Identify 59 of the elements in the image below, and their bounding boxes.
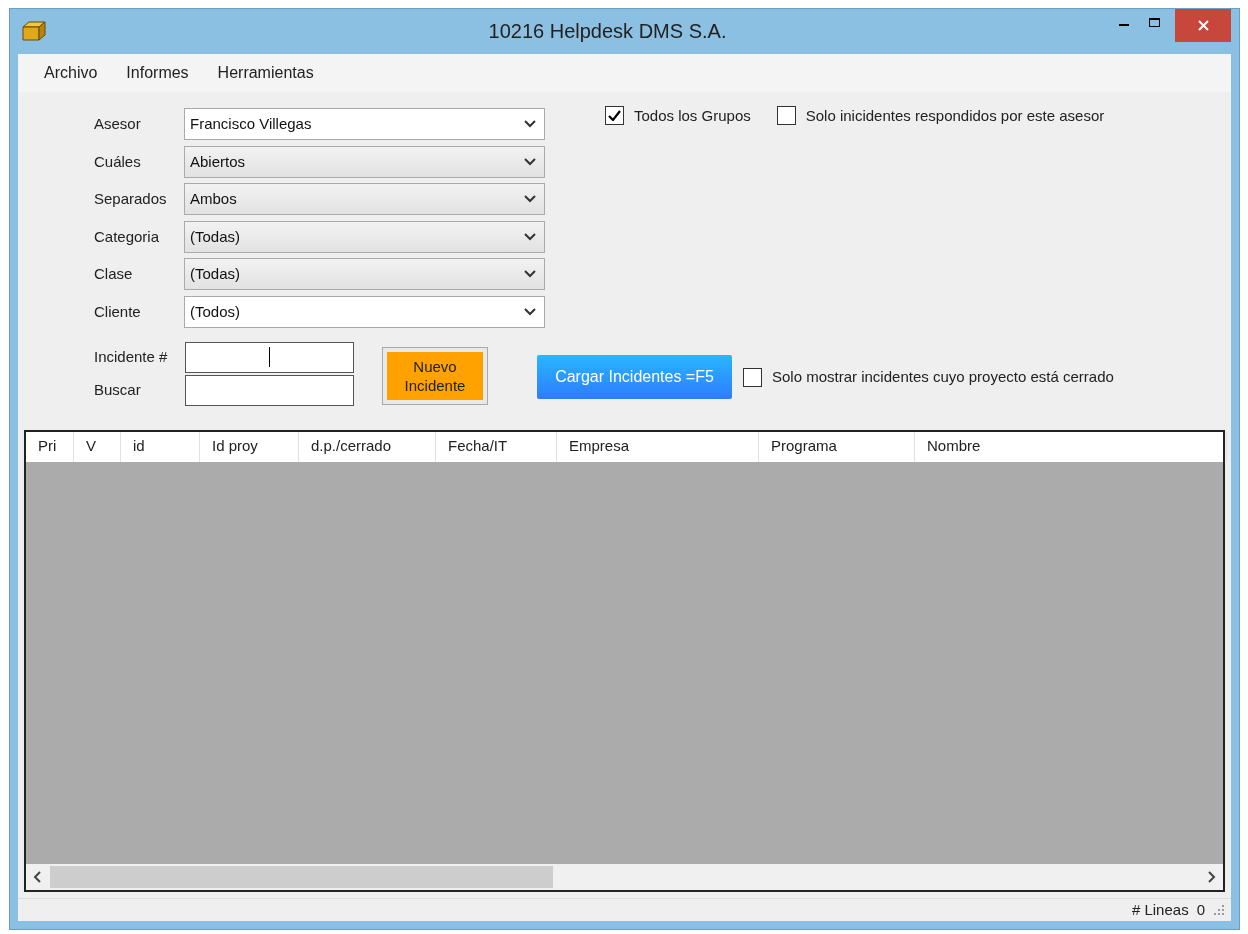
- column-header[interactable]: V: [74, 431, 121, 462]
- dropdown[interactable]: (Todos): [184, 295, 545, 328]
- column-header[interactable]: d.p./cerrado: [299, 431, 436, 462]
- dropdown-value: Abiertos: [190, 151, 247, 172]
- filter-label: Separados: [94, 189, 168, 209]
- column-header[interactable]: Programa: [759, 431, 915, 462]
- field-label: Incidente #: [94, 346, 169, 367]
- input-field[interactable]: [185, 374, 354, 406]
- field-label: Buscar: [94, 379, 142, 400]
- chevron-down-icon: [524, 232, 536, 241]
- column-header[interactable]: Id proy: [200, 431, 299, 462]
- column-header[interactable]: Fecha/IT: [436, 431, 557, 462]
- close-button[interactable]: [1175, 9, 1231, 42]
- checkbox[interactable]: [743, 367, 762, 387]
- filter-label: Clase: [94, 264, 134, 284]
- window-title: 10216 Helpdesk DMS S.A.: [488, 19, 727, 45]
- dropdown-value: (Todas): [190, 264, 242, 284]
- dropdown[interactable]: Francisco Villegas: [184, 108, 545, 141]
- text-cursor: [269, 347, 270, 367]
- status-label: # Lineas: [1131, 899, 1189, 920]
- dropdown-value: Ambos: [190, 189, 238, 209]
- input-field[interactable]: [185, 341, 354, 373]
- dropdown[interactable]: (Todas): [184, 220, 545, 253]
- chevron-down-icon: [524, 270, 536, 279]
- box-icon: [22, 21, 46, 42]
- scroll-left-icon: [33, 870, 43, 883]
- close-icon: [1197, 20, 1209, 31]
- scrollbar-thumb[interactable]: [50, 865, 553, 888]
- filter-label: Cuáles: [94, 151, 142, 172]
- checkbox-label: Solo mostrar incidentes cuyo proyecto está cerrado: [772, 366, 1114, 387]
- dropdown[interactable]: Ambos: [184, 183, 545, 216]
- line-count: 0: [1196, 899, 1205, 920]
- scroll-right-icon: [1206, 870, 1216, 883]
- resize-grip-icon: [1213, 903, 1225, 916]
- chevron-down-icon: [524, 307, 536, 316]
- checkbox-label: Todos los Grupos: [634, 105, 751, 126]
- dropdown-value: (Todos): [190, 301, 242, 322]
- menu-item[interactable]: Archivo: [44, 60, 98, 85]
- dropdown-value: (Todas): [190, 226, 242, 247]
- dropdown[interactable]: Abiertos: [184, 145, 545, 178]
- checkbox[interactable]: [776, 106, 796, 126]
- chevron-down-icon: [524, 157, 536, 166]
- menu-item[interactable]: Herramientas: [217, 60, 314, 85]
- dropdown-value: Francisco Villegas: [190, 114, 313, 134]
- checkbox[interactable]: [605, 106, 624, 126]
- new-incident-button[interactable]: Nuevo Incidente: [387, 351, 483, 400]
- checkbox-label: Solo inicidentes respondidos por este asesor: [805, 105, 1105, 126]
- check-icon: [608, 110, 621, 122]
- filter-label: Asesor: [94, 114, 142, 134]
- filter-label: Categoria: [94, 226, 161, 247]
- column-header[interactable]: id: [121, 431, 200, 462]
- chevron-down-icon: [524, 195, 536, 204]
- chevron-down-icon: [524, 120, 536, 129]
- column-header[interactable]: Pri: [26, 431, 74, 462]
- column-header[interactable]: Empresa: [557, 431, 759, 462]
- dropdown[interactable]: (Todas): [184, 258, 545, 291]
- filter-label: Cliente: [94, 301, 142, 322]
- column-header[interactable]: Nombre: [915, 431, 1227, 462]
- menu-item[interactable]: Informes: [126, 60, 189, 85]
